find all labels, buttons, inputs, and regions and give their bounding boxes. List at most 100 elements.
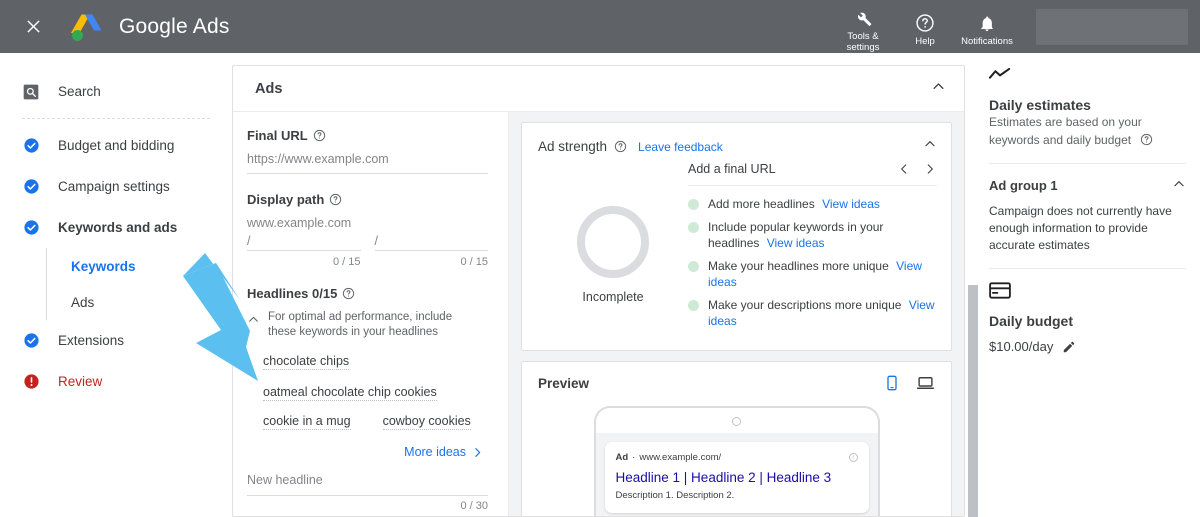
credit-card-icon [989, 282, 1186, 304]
chevron-up-icon[interactable] [1172, 177, 1186, 194]
suggestion-item: Make your headlines more unique View ide… [688, 258, 937, 290]
tools-label-line1: Tools & [847, 31, 878, 42]
sidebar-item-search[interactable]: Search [0, 71, 232, 112]
notifications-button[interactable]: Notifications [956, 6, 1018, 47]
ad-group-note: Campaign does not currently have enough … [989, 203, 1186, 254]
preview-card: Preview [521, 361, 952, 516]
chevron-right-icon [471, 446, 484, 459]
help-circle-icon[interactable] [313, 129, 326, 142]
chevron-right-icon[interactable] [923, 162, 937, 176]
keyword-chip[interactable]: cowboy cookies [383, 414, 471, 430]
ad-strength-card: Ad strength Leave feedback [521, 122, 952, 351]
sidebar-divider [22, 118, 210, 119]
ad-group-row[interactable]: Ad group 1 [989, 177, 1186, 194]
search-icon [22, 83, 40, 101]
display-path-input-2[interactable]: / [375, 231, 489, 251]
help-button[interactable]: Help [894, 6, 956, 47]
phone-screen: Ad · www.example.com/ i Headline 1 | Hea… [596, 433, 878, 516]
final-url-input[interactable]: https://www.example.com [247, 152, 488, 174]
sidebar-sublabel-keywords: Keywords [71, 259, 136, 274]
check-circle-icon [22, 178, 40, 196]
display-path-segment-1: / 0 / 15 [247, 231, 361, 268]
suggestion-text: Make your descriptions more unique [708, 298, 901, 312]
final-url-prompt: Add a final URL [688, 162, 776, 176]
ads-card: Ads Final URL [232, 65, 965, 517]
panel-divider [989, 268, 1186, 269]
ad-strength-suggestions: Add a final URL [688, 160, 937, 336]
keyword-chip[interactable]: oatmeal chocolate chip cookies [263, 385, 437, 401]
device-toggle [884, 374, 935, 392]
chevron-left-icon[interactable] [897, 162, 911, 176]
daily-estimates-title: Daily estimates [989, 97, 1186, 113]
keyword-chip[interactable]: cookie in a mug [263, 414, 351, 430]
chevron-up-icon[interactable] [923, 137, 937, 156]
ad-strength-header: Ad strength Leave feedback [522, 123, 951, 160]
sidebar-item-campaign-settings[interactable]: Campaign settings [0, 166, 232, 207]
keyword-chip[interactable]: chocolate chips [263, 354, 349, 370]
ad-strength-ring [577, 206, 649, 278]
display-path-count-2: 0 / 15 [375, 256, 489, 268]
display-path-host: www.example.com [247, 216, 488, 230]
chevron-up-icon[interactable] [931, 79, 946, 99]
new-headline-input[interactable]: New headline [247, 473, 488, 496]
ad-preview-card: Ad · www.example.com/ i Headline 1 | Hea… [605, 442, 869, 513]
keyword-hint: For optimal ad performance, include thes… [247, 310, 488, 340]
sidebar-item-budget-and-bidding[interactable]: Budget and bidding [0, 125, 232, 166]
chevron-up-icon[interactable] [247, 310, 260, 326]
sidebar-subitem-keywords[interactable]: Keywords [47, 248, 232, 284]
daily-budget-row: $10.00/day [989, 339, 1186, 354]
sidebar-label-budget: Budget and bidding [58, 138, 174, 153]
leave-feedback-link[interactable]: Leave feedback [638, 140, 723, 154]
suggestion-item: Make your descriptions more unique View … [688, 297, 937, 329]
sidebar-item-keywords-and-ads[interactable]: Keywords and ads [0, 207, 232, 248]
help-circle-icon [915, 10, 935, 33]
pencil-icon[interactable] [1062, 340, 1076, 354]
ads-card-title: Ads [255, 81, 282, 97]
preview-header: Preview [522, 362, 951, 392]
ad-insights-column: Ad strength Leave feedback [509, 112, 964, 516]
ad-form-column: Final URL https://www.example.com [233, 112, 509, 516]
bell-icon [978, 10, 996, 33]
daily-budget-value: $10.00/day [989, 339, 1053, 354]
panel-divider [989, 163, 1186, 164]
suggestion-pager [897, 162, 937, 176]
ad-strength-meter: Incomplete [538, 160, 688, 336]
sidebar-item-extensions[interactable]: Extensions [0, 320, 232, 361]
setup-sidebar: Search Budget and bidding [0, 53, 232, 517]
help-circle-icon[interactable] [329, 193, 342, 206]
help-circle-icon[interactable] [614, 140, 627, 153]
suggestion-item: Include popular keywords in your headlin… [688, 219, 937, 251]
help-circle-icon[interactable] [342, 287, 355, 300]
final-url-block: Final URL https://www.example.com [247, 128, 488, 174]
view-ideas-link[interactable]: View ideas [822, 197, 880, 211]
header-actions: Tools & settings Help [832, 0, 1200, 53]
suggestion-text: Make your headlines more unique [708, 259, 889, 273]
close-icon[interactable] [16, 10, 50, 44]
ad-group-label: Ad group 1 [989, 178, 1058, 193]
sidebar-subnav: Keywords Ads [46, 248, 232, 320]
account-info-placeholder[interactable] [1036, 9, 1188, 45]
daily-budget-title: Daily budget [989, 313, 1186, 329]
display-path-label: Display path [247, 192, 488, 207]
display-path-inputs: / 0 / 15 / 0 / 15 [247, 231, 488, 268]
ad-strength-status: Incomplete [582, 290, 643, 304]
mobile-device-icon[interactable] [884, 374, 900, 392]
status-dot-icon [688, 300, 699, 311]
info-icon[interactable]: i [849, 453, 858, 462]
more-ideas-link[interactable]: More ideas [247, 445, 484, 459]
desktop-device-icon[interactable] [916, 374, 935, 392]
new-headline-row: New headline 0 / 30 [247, 473, 488, 512]
help-circle-icon[interactable] [1140, 133, 1153, 146]
tools-and-settings-button[interactable]: Tools & settings [832, 1, 894, 53]
view-ideas-link[interactable]: View ideas [767, 236, 825, 250]
sidebar-label-review: Review [58, 374, 102, 389]
sidebar-subitem-ads[interactable]: Ads [47, 284, 232, 320]
ads-card-body: Final URL https://www.example.com [233, 112, 964, 516]
headlines-label: Headlines 0/15 [247, 286, 488, 301]
sidebar-item-review[interactable]: Review [0, 361, 232, 402]
display-path-segment-2: / 0 / 15 [375, 231, 489, 268]
ads-main-column: Ads Final URL [232, 53, 975, 517]
ad-preview-headline[interactable]: Headline 1 | Headline 2 | Headline 3 [616, 470, 858, 485]
display-path-input-1[interactable]: / [247, 231, 361, 251]
main-scrollbar[interactable] [968, 285, 978, 517]
